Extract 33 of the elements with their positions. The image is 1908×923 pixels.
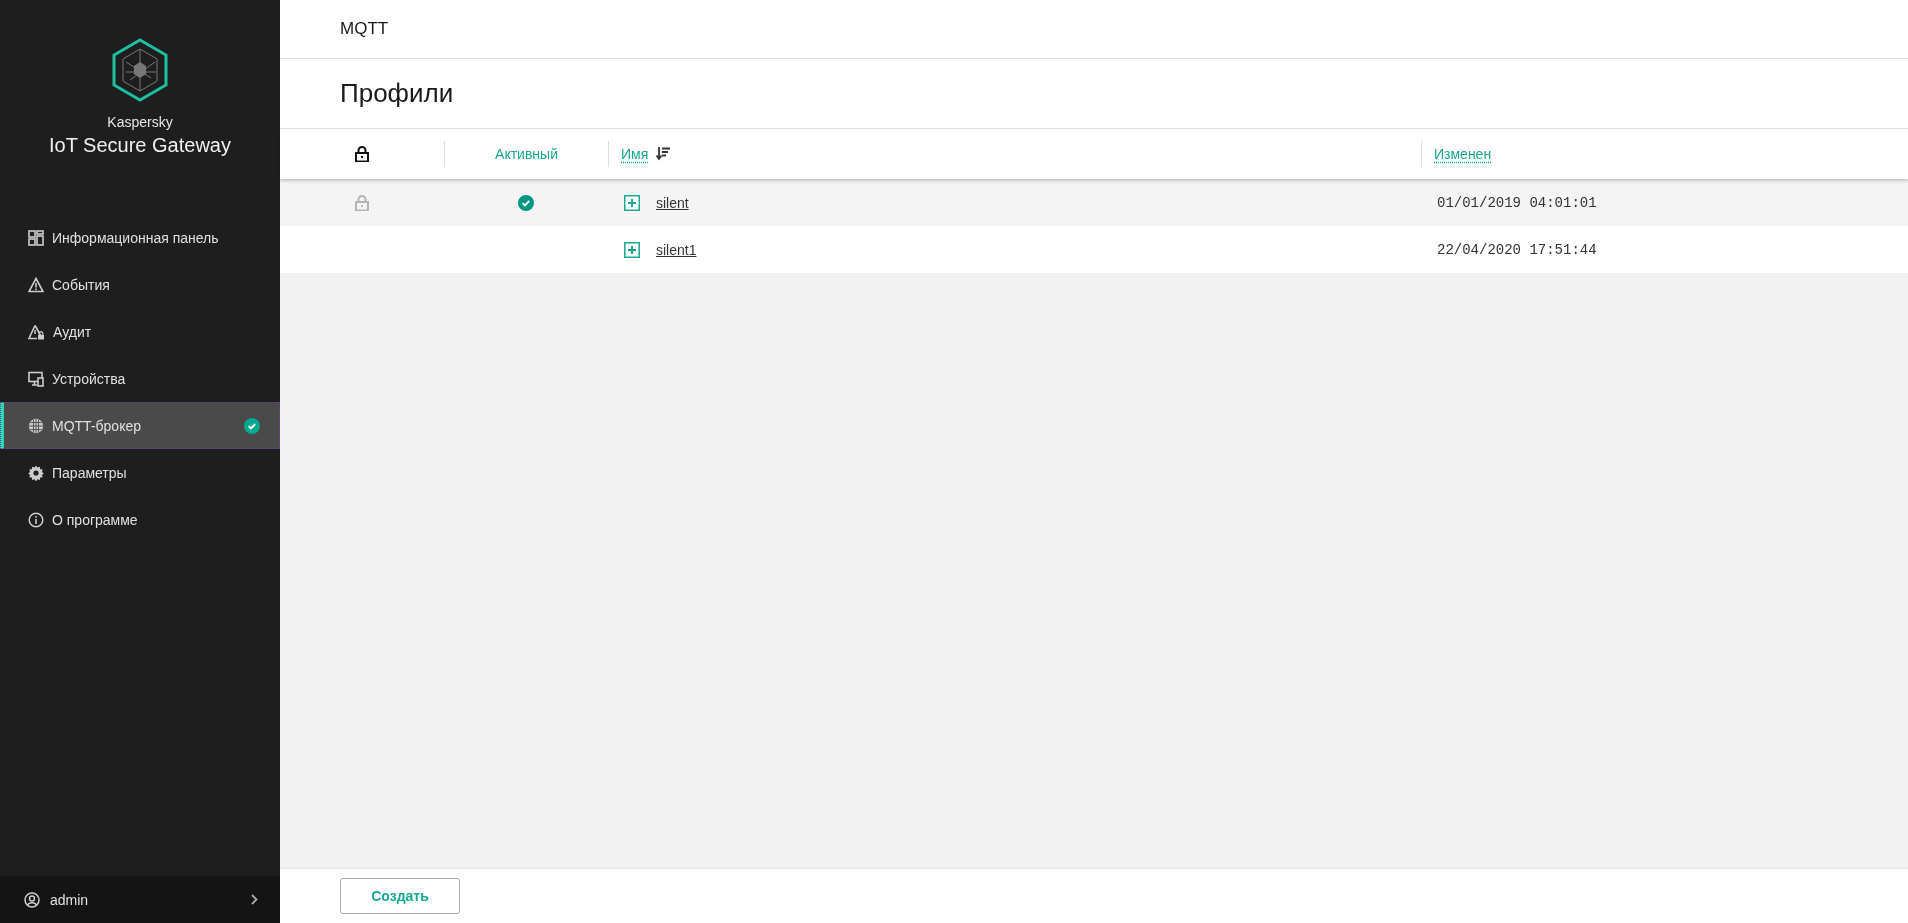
nav-item[interactable]: Параметры [0, 449, 280, 496]
nav-item[interactable]: Информационная панель [0, 214, 280, 261]
gear-icon [28, 464, 44, 481]
profile-name-link[interactable]: silent [656, 194, 689, 211]
dashboard-icon [28, 229, 44, 246]
hexagon-logo-icon [111, 38, 169, 102]
nav-item[interactable]: События [0, 261, 280, 308]
chevron-right-icon [251, 894, 258, 905]
breadcrumb: MQTT [280, 0, 1908, 59]
column-header: Активный [495, 146, 558, 162]
warning-icon [28, 276, 44, 293]
info-icon [28, 511, 44, 528]
profile-name-link[interactable]: silent1 [656, 241, 697, 258]
globe-icon [28, 417, 44, 434]
user-icon [24, 891, 40, 908]
table-row[interactable]: silent1 22/04/2020 17:51:44 [280, 226, 1908, 273]
expand-icon[interactable] [624, 241, 640, 258]
nav-item[interactable]: MQTT-брокер [0, 402, 280, 449]
user-name: admin [50, 891, 90, 908]
warning-lock-icon [28, 323, 45, 340]
expand-icon[interactable] [624, 194, 640, 211]
brand-name: Kaspersky [107, 114, 173, 130]
page-title: Профили [280, 59, 1908, 129]
nav-item[interactable]: Устройства [0, 355, 280, 402]
modified-date: 01/01/2019 04:01:01 [1436, 194, 1597, 211]
devices-icon [28, 370, 44, 387]
nav-item[interactable]: Аудит [0, 308, 280, 355]
sort-descending-icon[interactable] [656, 147, 671, 161]
user-menu[interactable]: admin [0, 876, 280, 923]
modified-date: 22/04/2020 17:51:44 [1436, 241, 1597, 258]
product-name: IoT Secure Gateway [49, 134, 231, 157]
nav-item[interactable]: О программе [0, 496, 280, 543]
lock-icon [355, 146, 369, 162]
